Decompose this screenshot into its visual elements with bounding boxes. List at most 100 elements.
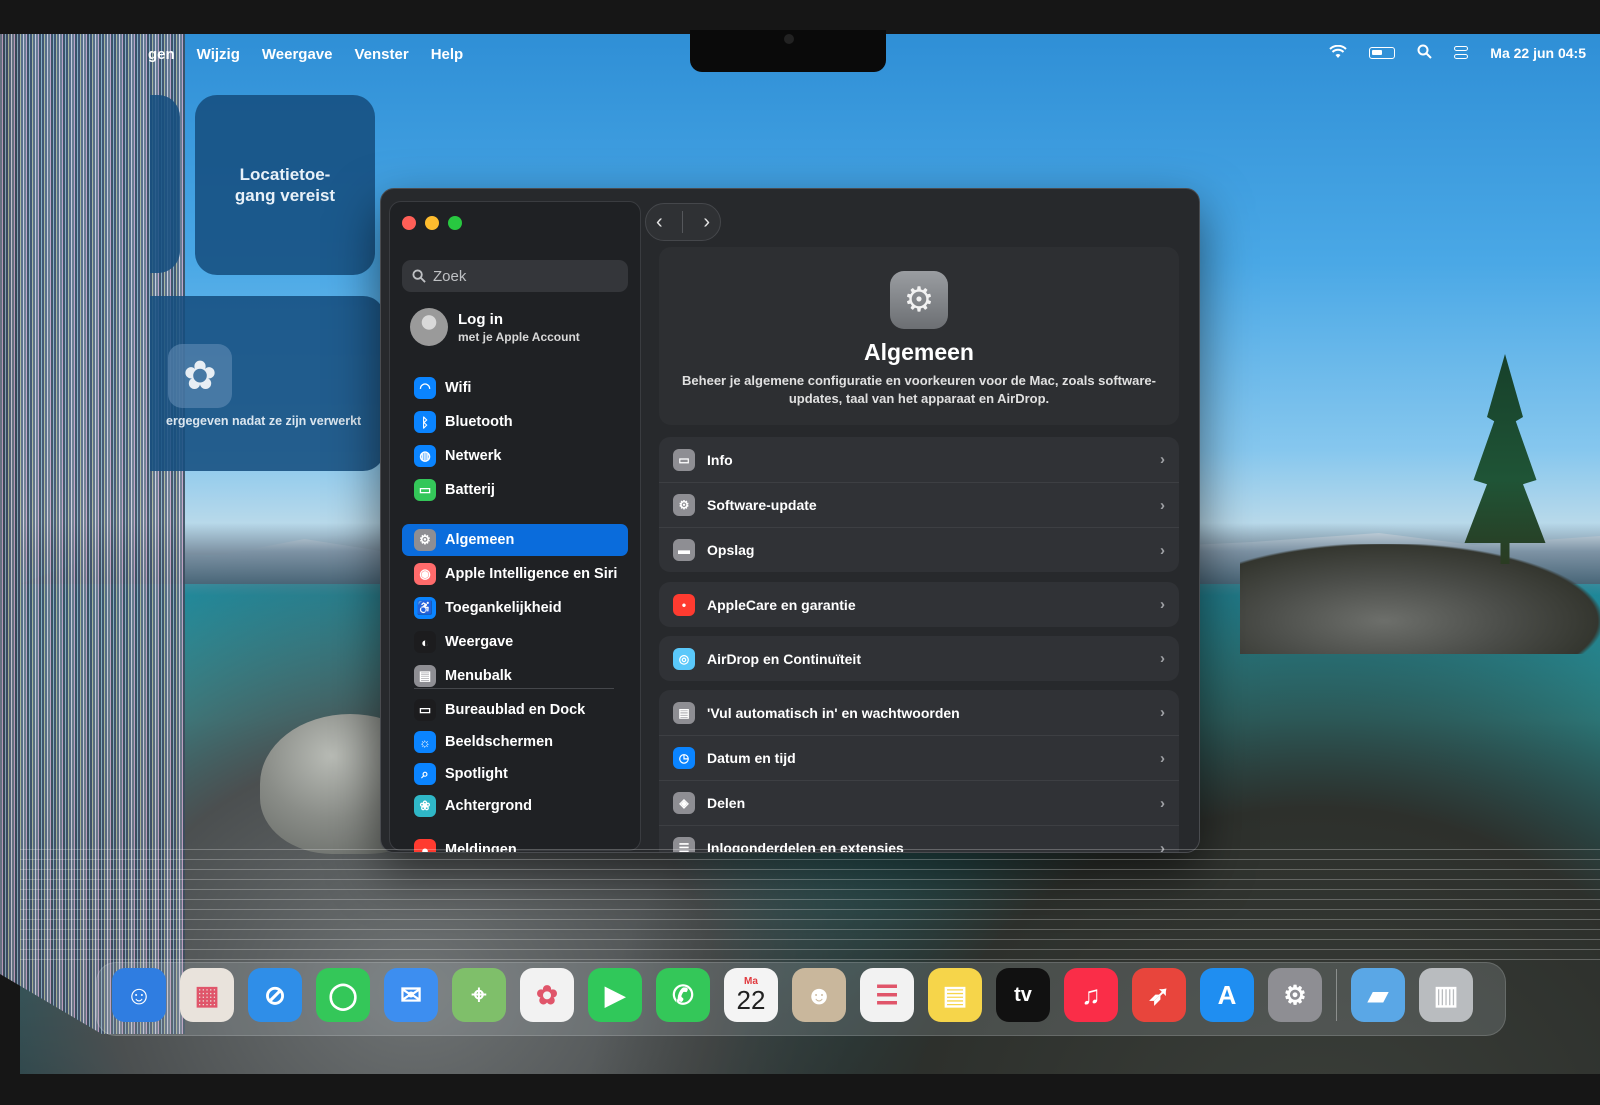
spotlight-search-icon[interactable]: [1417, 44, 1433, 62]
maps-icon[interactable]: ⌖: [452, 968, 506, 1022]
sidebar-item-label: Beeldschermen: [445, 734, 553, 750]
sun-icon: ☼: [414, 731, 436, 753]
settings-row-label: Datum en tijd: [707, 750, 796, 766]
notes-icon[interactable]: ▤: [928, 968, 982, 1022]
reminders-icon[interactable]: ☰: [860, 968, 914, 1022]
sidebar-item[interactable]: ⌕ Spotlight: [402, 758, 628, 790]
phone-icon[interactable]: ✆: [656, 968, 710, 1022]
menu-item[interactable]: Help: [431, 46, 464, 63]
messages-icon[interactable]: ◯: [316, 968, 370, 1022]
finder-icon[interactable]: ☺: [112, 968, 166, 1022]
page-title: Algemeen: [864, 339, 974, 365]
menu-item[interactable]: Wijzig: [197, 46, 240, 63]
chevron-right-icon: ›: [1160, 839, 1165, 853]
menu-items: gen Wijzig Weergave Venster Help: [148, 46, 463, 63]
navigation-buttons: ‹ ›: [645, 203, 721, 241]
sidebar-item[interactable]: ◠ Wifi: [402, 372, 628, 404]
sidebar-item[interactable]: ◉ Apple Intelligence en Siri: [402, 558, 628, 590]
chevron-right-icon: ›: [1160, 650, 1165, 667]
chevron-right-icon: ›: [1160, 541, 1165, 559]
login-title: Log in: [458, 310, 503, 328]
facetime-icon[interactable]: ▶: [588, 968, 642, 1022]
sidebar-item[interactable]: ◐ Weergave: [402, 626, 628, 658]
photos-icon[interactable]: ✿: [520, 968, 574, 1022]
sidebar-item[interactable]: ❀ Achtergrond: [402, 790, 628, 822]
mail-icon[interactable]: ✉: [384, 968, 438, 1022]
settings-row[interactable]: ◈ Delen ›: [659, 780, 1179, 825]
wifi-icon: ◠: [414, 377, 436, 399]
contacts-icon[interactable]: ☻: [792, 968, 846, 1022]
photos-widget[interactable]: ✿ ergegeven nadat ze zijn verwerkt: [150, 296, 385, 471]
sidebar-item[interactable]: ♿ Toegankelijkheid: [402, 592, 628, 624]
trash-icon[interactable]: ▥: [1419, 968, 1473, 1022]
sidebar-item-label: Bluetooth: [445, 414, 513, 430]
sidebar-item[interactable]: ● Meldingen: [402, 834, 628, 853]
sidebar-item-label: Batterij: [445, 482, 495, 498]
menubar-icon: ▤: [414, 665, 436, 687]
safari-icon[interactable]: ⊘: [248, 968, 302, 1022]
sidebar-item-label: Meldingen: [445, 842, 517, 853]
autofill-icon: ▤: [673, 701, 695, 724]
wallpaper-rocks: [1240, 544, 1600, 654]
settings-row[interactable]: • AppleCare en garantie ›: [659, 582, 1179, 627]
settings-row[interactable]: ◎ AirDrop en Continuïteit ›: [659, 636, 1179, 681]
minimize-window-button[interactable]: [425, 216, 439, 230]
sidebar-item[interactable]: ▭ Bureaublad en Dock: [402, 694, 628, 726]
fullscreen-window-button[interactable]: [448, 216, 462, 230]
system-settings-icon[interactable]: ⚙: [1268, 968, 1322, 1022]
settings-row-label: Opslag: [707, 542, 755, 558]
sidebar-item-label: Menubalk: [445, 668, 512, 684]
sidebar-item[interactable]: ▭ Batterij: [402, 474, 628, 506]
chevron-right-icon: ›: [1160, 749, 1165, 767]
wifi-status-icon[interactable]: [1329, 44, 1347, 62]
sidebar-item[interactable]: ⚙ Algemeen: [402, 524, 628, 556]
chevron-right-icon: ›: [1160, 794, 1165, 812]
widget-partial[interactable]: [150, 95, 180, 273]
back-chevron-icon[interactable]: ‹: [656, 211, 663, 234]
settings-row-label: AirDrop en Continuïteit: [707, 650, 861, 667]
settings-group: ▭ Info › ⚙ Software-update › ▬ Opslag ›: [659, 437, 1179, 572]
rocket-icon[interactable]: ➶: [1132, 968, 1186, 1022]
settings-row-label: AppleCare en garantie: [707, 596, 856, 613]
sidebar-item[interactable]: ☼ Beeldschermen: [402, 726, 628, 758]
menu-item[interactable]: Weergave: [262, 46, 333, 63]
settings-row[interactable]: ⚙ Software-update ›: [659, 482, 1179, 527]
menu-item[interactable]: gen: [148, 46, 175, 63]
sidebar-item[interactable]: ᛒ Bluetooth: [402, 406, 628, 438]
photos-widget-caption: ergegeven nadat ze zijn verwerkt: [166, 414, 362, 428]
accessibility-icon: ♿: [414, 597, 436, 619]
login-subtitle: met je Apple Account: [458, 329, 580, 344]
menubar-clock[interactable]: Ma 22 jun 04:5: [1490, 45, 1586, 61]
sidebar-item-label: Algemeen: [445, 532, 515, 548]
forward-chevron-icon[interactable]: ›: [703, 211, 710, 234]
calendar-icon[interactable]: Ma 22: [724, 968, 778, 1022]
launchpad-icon[interactable]: ▦: [180, 968, 234, 1022]
close-window-button[interactable]: [402, 216, 416, 230]
settings-row[interactable]: ☰ Inlogonderdelen en extensies ›: [659, 825, 1179, 853]
tv-icon[interactable]: tv: [996, 968, 1050, 1022]
window-controls: [402, 216, 462, 230]
sidebar-item[interactable]: ◍ Netwerk: [402, 440, 628, 472]
downloads-folder-icon[interactable]: ▰: [1351, 968, 1405, 1022]
settings-row[interactable]: ◷ Datum en tijd ›: [659, 735, 1179, 780]
app-store-icon[interactable]: A: [1200, 968, 1254, 1022]
info-laptop-icon: ▭: [673, 448, 695, 471]
sidebar-search-field[interactable]: Zoek: [402, 260, 628, 292]
camera-icon: [784, 34, 794, 44]
music-icon[interactable]: ♫: [1064, 968, 1118, 1022]
apple-account-login[interactable]: Log in met je Apple Account: [410, 308, 580, 346]
settings-sidebar: Zoek Log in met je Apple Account ◠ Wifi ᛒ B…: [389, 201, 641, 853]
general-header: ⚙ Algemeen Beheer je algemene configurat…: [659, 247, 1179, 425]
settings-row[interactable]: ▬ Opslag ›: [659, 527, 1179, 572]
battery-status-icon[interactable]: [1369, 47, 1396, 59]
wallpaper-icon: ❀: [414, 795, 436, 817]
dock-items: ☺ ▦ ⊘ ◯ ✉ ⌖ ✿ ▶ ✆ Ma 22 ☻ ☰ ▤ tv ♫ ➶ A ⚙ ▰ ▥: [112, 968, 1473, 1022]
settings-row[interactable]: ▤ 'Vul automatisch in' en wachtwoorden ›: [659, 690, 1179, 735]
menu-item[interactable]: Venster: [354, 46, 408, 63]
weather-widget[interactable]: Locatietoe-gang vereist: [195, 95, 375, 275]
control-center-icon[interactable]: [1454, 46, 1469, 60]
sidebar-item-label: Bureaublad en Dock: [445, 702, 586, 718]
settings-row[interactable]: ▭ Info ›: [659, 437, 1179, 482]
settings-group: • AppleCare en garantie ›: [659, 582, 1179, 627]
nav-divider: [682, 211, 684, 233]
